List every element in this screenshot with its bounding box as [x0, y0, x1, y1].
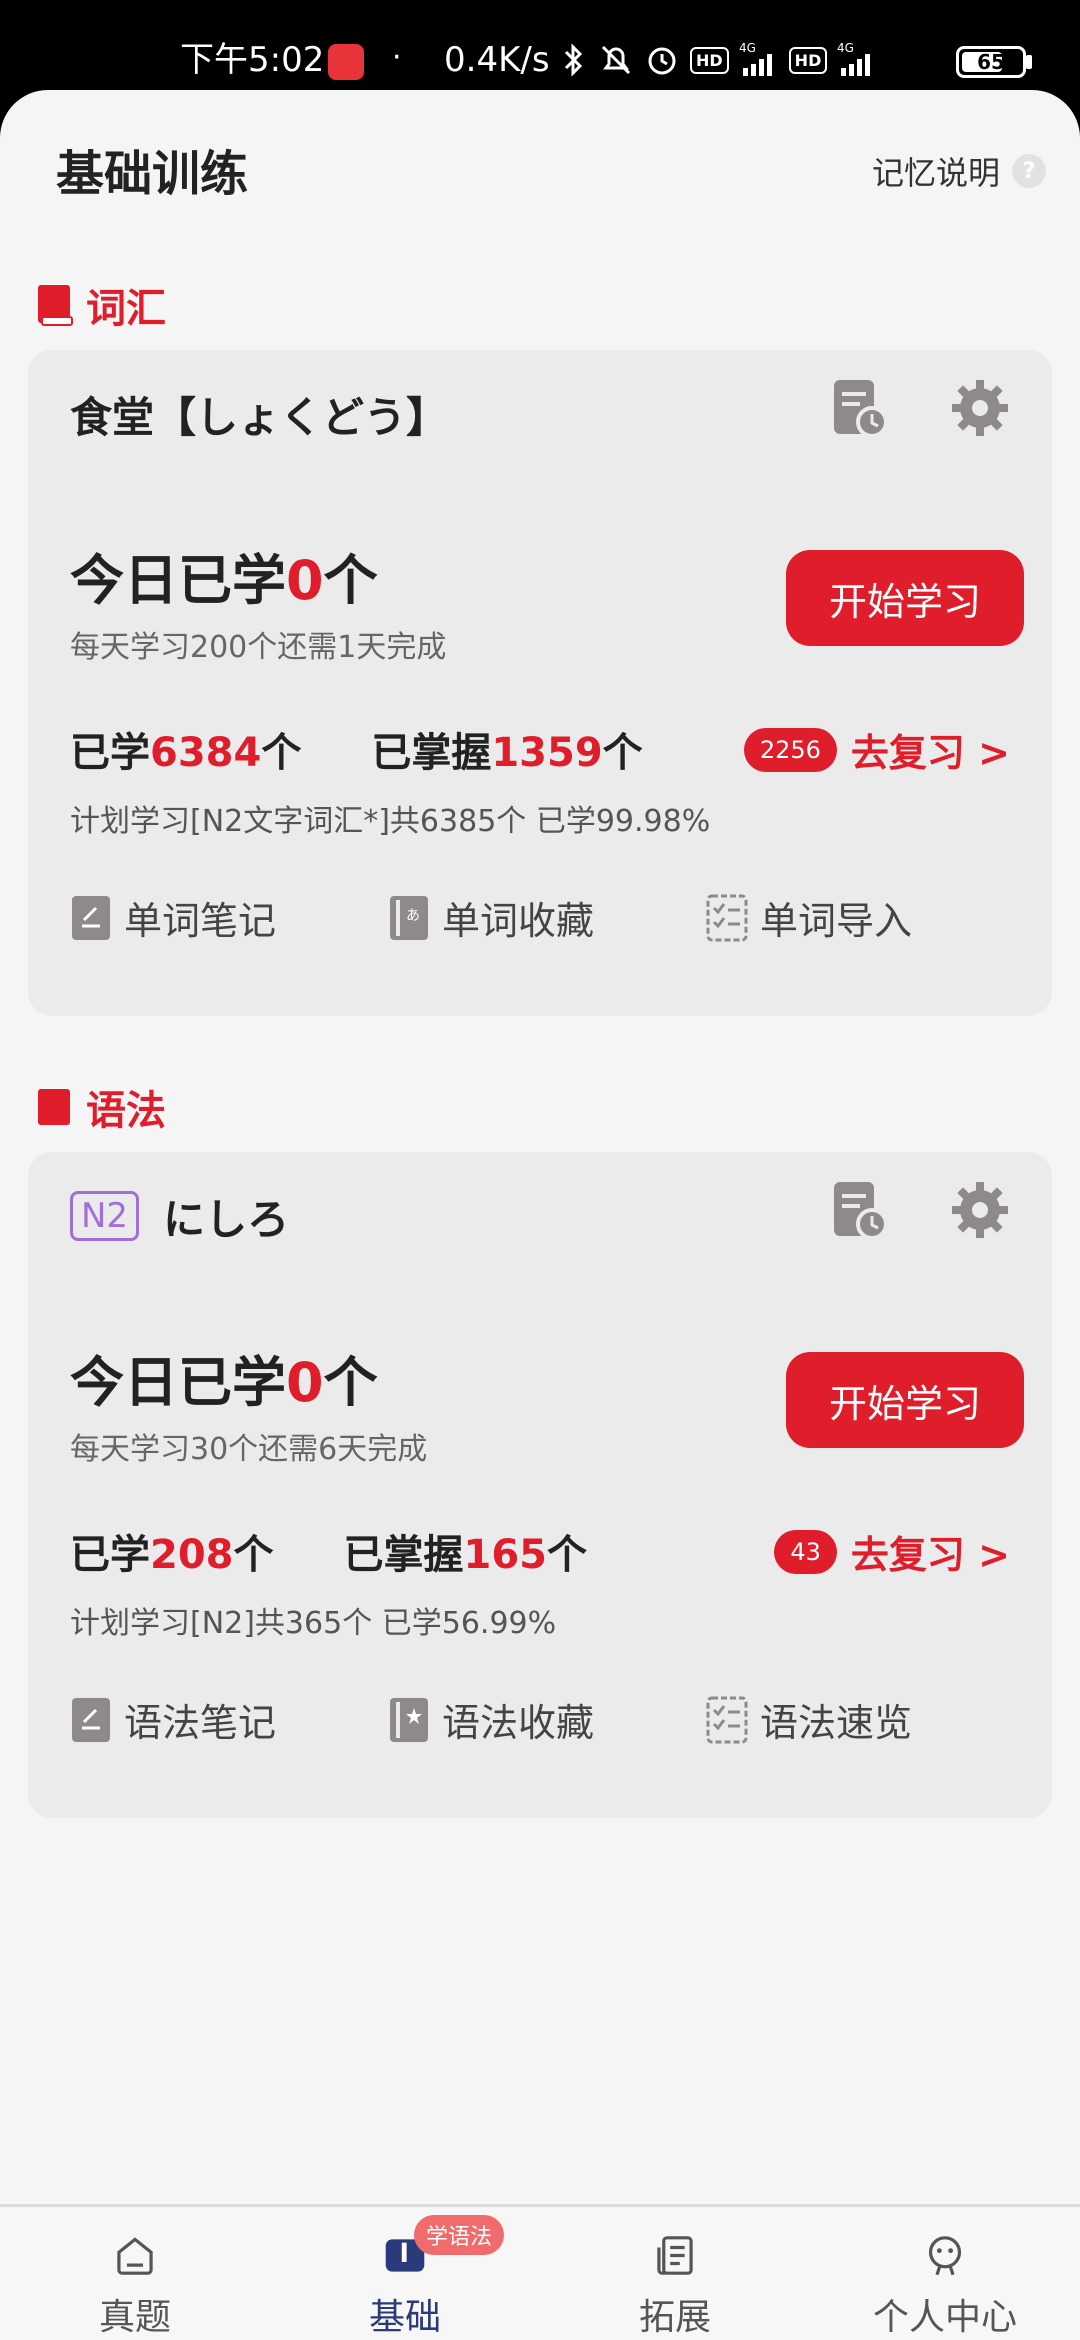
start-learning-button[interactable]: 开始学习: [786, 550, 1024, 646]
book-icon: [38, 285, 73, 326]
review-label: 去复习 >: [850, 1533, 1010, 1577]
word-favorites-button[interactable]: あ 单词收藏: [388, 890, 706, 945]
level-badge: N2: [70, 1191, 140, 1241]
signal-icon: 4G: [739, 42, 772, 76]
mute-icon: [601, 45, 631, 75]
grammar-square-icon: [38, 1089, 70, 1125]
learning-stats: 已学6384个 已掌握1359个: [70, 720, 643, 778]
memory-help-label: 记忆说明: [871, 154, 1000, 192]
star-book-icon: [390, 1697, 428, 1742]
svg-text:4G: 4G: [837, 42, 854, 55]
nav-item-expand[interactable]: 拓展: [540, 2207, 810, 2340]
mastered-stat: 已掌握1359个: [371, 730, 643, 776]
current-grammar[interactable]: にしろ: [163, 1186, 289, 1247]
mastered-stat: 已掌握165个: [343, 1532, 588, 1578]
review-label: 去复习 >: [850, 731, 1010, 775]
grammar-favorites-button[interactable]: 语法收藏: [388, 1692, 706, 1747]
review-button[interactable]: 43 去复习 >: [774, 1524, 1010, 1579]
today-count: 0: [286, 1351, 324, 1414]
today-learned: 今日已学0个: [70, 549, 378, 612]
status-icons: HD 4G HD 4G: [560, 40, 877, 80]
note-icon: [72, 895, 110, 940]
memory-help-link[interactable]: 记忆说明 ?: [872, 148, 1046, 194]
hd-icon-2: HD: [788, 46, 828, 74]
header: 基础训练 记忆说明 ?: [0, 90, 1080, 240]
battery-level: 65: [977, 50, 1005, 74]
daily-plan: 每天学习200个还需1天完成: [70, 630, 447, 665]
review-count-badge: 2256: [743, 727, 837, 772]
vocab-section-label: 词汇: [86, 286, 166, 332]
review-count-badge: 43: [774, 1529, 837, 1574]
plan-summary: 计划学习[N2]共365个 已学56.99%: [70, 1606, 557, 1641]
favorites-book-icon: あ: [390, 895, 428, 940]
status-dot: ·: [392, 40, 402, 75]
checklist-icon: [706, 894, 748, 941]
bluetooth-icon: [564, 43, 583, 77]
app-notification-icon: [328, 44, 364, 80]
signal-icon-2: 4G: [837, 42, 871, 76]
alarm-icon: [648, 47, 676, 75]
grammar-card: N2 にしろ 今日已学0个 每天学习30个还需6天完成 开始学习 已学208个 …: [28, 1152, 1052, 1818]
note-icon: [72, 1697, 110, 1742]
home-icon: [117, 2237, 153, 2275]
main-screen: 基础训练 记忆说明 ? 词汇 食堂【しょくどう】 今日已学0个 每天学习200个…: [0, 90, 1080, 2340]
document-icon: [657, 2236, 693, 2275]
status-bar: 下午5:02 · 0.4K/s HD 4G HD 4G 65: [0, 0, 1080, 100]
grammar-section-title: 语法: [36, 1078, 166, 1136]
nav-item-exam[interactable]: 真题: [0, 2207, 270, 2340]
word-notes-button[interactable]: 单词笔记: [70, 890, 388, 945]
page-title: 基础训练: [56, 146, 249, 202]
vocab-tools: 单词笔记 あ 单词收藏 单词导入: [70, 890, 1024, 945]
learned-stat: 已学208个: [70, 1532, 274, 1578]
learning-stats: 已学208个 已掌握165个: [70, 1522, 587, 1580]
help-icon: ?: [1012, 154, 1046, 188]
plan-summary: 计划学习[N2文字词汇*]共6385个 已学99.98%: [70, 804, 711, 839]
profile-icon: [928, 2236, 962, 2276]
svg-text:4G: 4G: [739, 42, 756, 55]
grammar-section-label: 语法: [86, 1088, 166, 1134]
bottom-nav: 真题 学语法 基础 拓展 个人中心: [0, 2204, 1080, 2340]
nav-item-basics[interactable]: 学语法 基础: [270, 2207, 540, 2340]
today-learned: 今日已学0个: [70, 1351, 378, 1414]
review-button[interactable]: 2256 去复习 >: [743, 722, 1010, 777]
hd-icon: HD: [690, 46, 729, 74]
checklist-icon: [706, 1696, 748, 1743]
grammar-tools: 语法笔记 语法收藏 语法速览: [70, 1692, 1024, 1747]
start-learning-button[interactable]: 开始学习: [786, 1352, 1024, 1448]
daily-plan: 每天学习30个还需6天完成: [70, 1432, 428, 1467]
learned-stat: 已学6384个: [70, 730, 302, 776]
network-speed: 0.4K/s: [444, 40, 550, 80]
svg-text:あ: あ: [406, 908, 420, 924]
today-count: 0: [286, 549, 324, 612]
vocab-section-title: 词汇: [36, 276, 166, 334]
status-time: 下午5:02: [180, 40, 325, 80]
nav-badge: 学语法: [414, 2215, 505, 2255]
battery-icon: 65: [956, 46, 1026, 78]
vocab-card: 食堂【しょくどう】 今日已学0个 每天学习200个还需1天完成 开始学习 已学6…: [28, 350, 1052, 1016]
settings-gear-icon[interactable]: [948, 376, 1012, 440]
history-icon[interactable]: [828, 376, 892, 440]
settings-gear-icon[interactable]: [948, 1178, 1012, 1242]
history-icon[interactable]: [828, 1178, 892, 1242]
nav-item-profile[interactable]: 个人中心: [810, 2207, 1080, 2340]
grammar-notes-button[interactable]: 语法笔记: [70, 1692, 388, 1747]
current-word[interactable]: 食堂【しょくどう】: [70, 384, 448, 445]
grammar-overview-button[interactable]: 语法速览: [706, 1692, 1024, 1747]
word-import-button[interactable]: 单词导入: [706, 890, 1024, 945]
